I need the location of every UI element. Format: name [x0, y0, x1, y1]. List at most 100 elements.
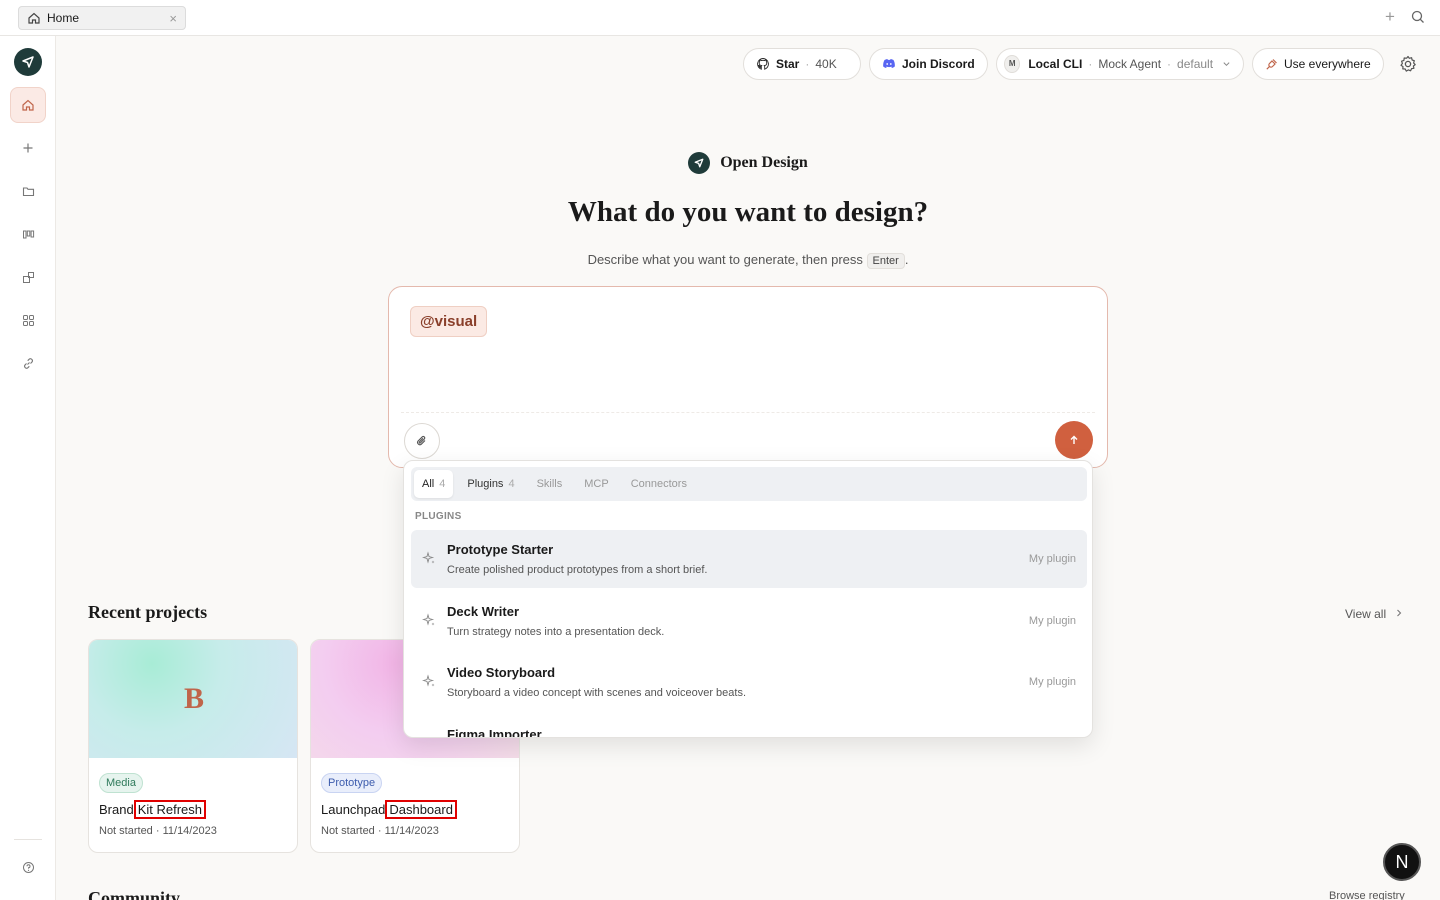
cursor-logo-icon — [694, 158, 704, 168]
plugin-item-video-storyboard[interactable]: Video Storyboard Storyboard a video conc… — [411, 653, 1087, 711]
join-discord-button[interactable]: Join Discord — [869, 48, 988, 80]
search-icon[interactable] — [1410, 9, 1426, 25]
tab-mcp[interactable]: MCP — [576, 470, 616, 498]
enter-key-hint: Enter — [866, 253, 905, 269]
mock-agent-badge: M — [1004, 55, 1021, 73]
tab-label: Connectors — [630, 478, 687, 490]
home-icon — [22, 99, 34, 111]
project-status: Not started — [99, 825, 153, 837]
plugin-owner: My plugin — [1028, 553, 1076, 565]
new-tab-button[interactable]: + — [1382, 8, 1398, 26]
use-everywhere-label: Use everywhere — [1284, 57, 1371, 71]
rail-divider — [14, 839, 42, 840]
rail-links-button[interactable] — [10, 345, 46, 381]
agent-selector[interactable]: M Local CLI · Mock Agent · default — [996, 48, 1244, 80]
project-status: Not started — [321, 825, 375, 837]
agent-profile: default — [1177, 57, 1214, 71]
tab-plugins[interactable]: Plugins 4 — [459, 470, 522, 498]
community-title: Community — [88, 888, 181, 900]
thumbnail-letter: B — [183, 682, 204, 715]
project-date: 11/14/2023 — [384, 825, 439, 837]
cursor-logo-icon — [22, 56, 34, 68]
send-button[interactable] — [1055, 421, 1093, 459]
plugin-owner: My plugin — [1028, 615, 1076, 627]
puzzle-icon — [22, 271, 34, 283]
home-icon — [28, 12, 40, 24]
plugin-item-figma-importer[interactable]: Figma Importer — [411, 715, 1087, 738]
brand-logo — [688, 152, 711, 174]
tab-connectors[interactable]: Connectors — [623, 470, 695, 498]
plugin-owner: My plugin — [1028, 676, 1076, 688]
star-label: Star — [776, 57, 800, 71]
subtitle-text: Describe what you want to generate, then… — [587, 252, 863, 267]
project-card[interactable]: B Media Brand Kit Refresh Not started · 1… — [88, 639, 298, 853]
cli-label: Local CLI — [1028, 57, 1083, 71]
view-all-label: View all — [1345, 607, 1387, 621]
floating-action-button[interactable]: N — [1383, 843, 1421, 881]
project-name: Brand Kit Refresh — [99, 800, 207, 819]
plugin-description: Turn strategy notes into a presentation … — [447, 626, 665, 638]
rail-help-button[interactable] — [10, 849, 46, 885]
mention-chip[interactable]: @visual — [410, 306, 488, 337]
close-icon[interactable]: × — [169, 11, 177, 26]
attach-button[interactable] — [404, 423, 440, 459]
tab-all[interactable]: All 4 — [414, 470, 454, 498]
plugin-title: Video Storyboard — [447, 665, 556, 680]
page-subtitle: Describe what you want to generate, then… — [0, 252, 1440, 269]
paperclip-icon — [417, 435, 426, 446]
discord-label: Join Discord — [902, 57, 975, 71]
page-title: What do you want to design? — [567, 196, 929, 228]
project-name-highlight: Dashboard — [385, 800, 457, 819]
project-type-badge: Media — [99, 773, 143, 793]
app-logo[interactable] — [14, 48, 42, 76]
tab-count: 4 — [439, 478, 446, 490]
gear-icon[interactable] — [1398, 54, 1418, 74]
star-count: 40K — [815, 57, 837, 71]
dropdown-filter-tabs: All 4 Plugins 4 Skills MCP Connectors — [411, 467, 1087, 501]
project-name-highlight: Kit Refresh — [133, 800, 207, 819]
link-icon — [23, 357, 33, 369]
tab-label: Skills — [536, 478, 563, 490]
plugin-item-deck-writer[interactable]: Deck Writer Turn strategy notes into a p… — [411, 592, 1087, 650]
rail-apps-button[interactable] — [10, 302, 46, 338]
tab-skills[interactable]: Skills — [529, 470, 571, 498]
project-meta: Not started · 11/14/2023 — [99, 825, 217, 837]
plug-icon — [1266, 58, 1277, 70]
github-star-button[interactable]: Star · 40K — [743, 48, 861, 80]
tab-label: All — [422, 478, 435, 490]
tab-bar: Home × + — [0, 0, 1440, 36]
agent-name: Mock Agent — [1098, 57, 1162, 71]
arrow-up-icon — [1070, 435, 1078, 444]
sparkle-icon — [422, 551, 435, 564]
help-icon — [22, 861, 34, 873]
project-thumbnail: B — [89, 640, 297, 758]
view-all-link[interactable]: View all — [1345, 607, 1403, 621]
project-name-start: Launchpad — [321, 802, 386, 817]
tab-label: MCP — [584, 478, 609, 490]
kanban-icon — [22, 230, 34, 238]
sparkle-icon — [422, 674, 435, 687]
plugin-title: Figma Importer — [447, 727, 542, 738]
chevron-right-icon — [1397, 609, 1402, 617]
tab-home[interactable]: Home × — [18, 6, 186, 30]
discord-icon — [883, 59, 895, 68]
subtitle-period: . — [904, 252, 909, 267]
tab-label: Home — [47, 11, 80, 25]
plugin-description: Create polished product prototypes from … — [447, 564, 708, 576]
prompt-composer[interactable]: @visual — [388, 286, 1108, 468]
plugin-title: Deck Writer — [447, 604, 520, 619]
use-everywhere-button[interactable]: Use everywhere — [1252, 48, 1384, 80]
mention-dropdown: All 4 Plugins 4 Skills MCP Connectors PLUG… — [403, 460, 1093, 738]
rail-home-button[interactable] — [10, 87, 46, 123]
browse-registry-link[interactable]: Browse registry — [1329, 890, 1405, 900]
plugin-item-prototype-starter[interactable]: Prototype Starter Create polished produc… — [411, 530, 1087, 588]
section-heading: PLUGINS — [415, 511, 462, 522]
recent-projects-title: Recent projects — [88, 602, 208, 622]
brand-name: Open Design — [720, 154, 808, 171]
project-name-start: Brand — [99, 802, 134, 817]
tab-label: Plugins — [467, 478, 504, 490]
project-name: Launchpad Dashboard — [321, 800, 457, 819]
project-meta: Not started · 11/14/2023 — [321, 825, 439, 837]
project-type-badge: Prototype — [321, 773, 383, 793]
chevron-down-icon — [1223, 62, 1230, 67]
